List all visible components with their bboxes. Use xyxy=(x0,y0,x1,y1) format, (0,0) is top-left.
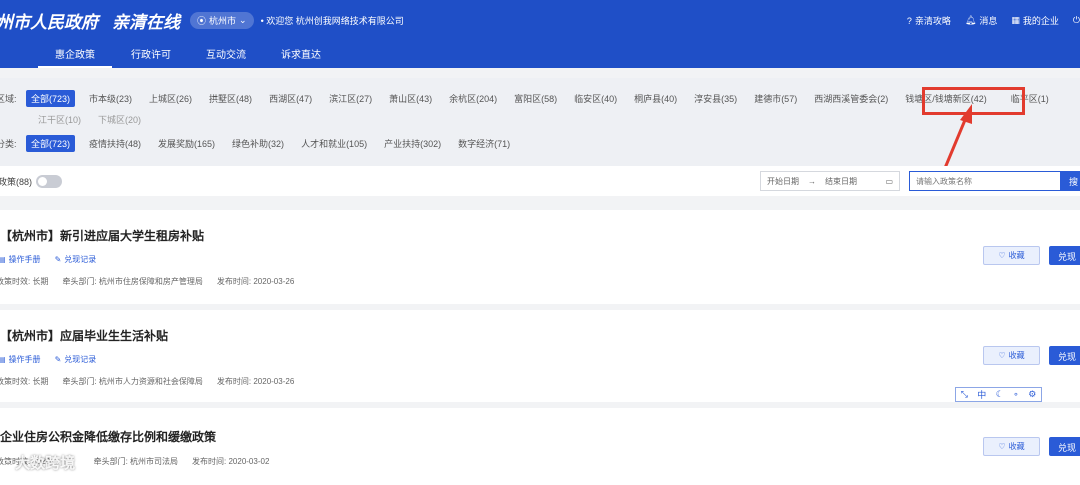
policy-validity: 政策时效: 长期 xyxy=(0,277,49,286)
policy-date: 发布时间: 2020-03-02 xyxy=(192,457,270,466)
manual-link[interactable]: ▤ 操作手册 xyxy=(0,354,41,365)
policy-dept: 牵头部门: 杭州市司法局 xyxy=(93,457,179,466)
end-date-field[interactable]: 结束日期 xyxy=(825,176,857,187)
region-option[interactable]: 江干区(10) xyxy=(38,113,81,126)
category-option[interactable]: 产业扶持(302) xyxy=(384,137,441,150)
top-header: 州市人民政府 亲清在线 ⦿ 杭州市 ⌄ • 欢迎您 杭州创我网络技术有限公司 ?… xyxy=(0,0,1080,68)
region-option[interactable]: 下城区(20) xyxy=(98,113,141,126)
category-option[interactable]: 数字经济(71) xyxy=(458,137,510,150)
floating-toolbar: ⤡ 中 ☾ ∘ ⚙ xyxy=(955,387,1042,402)
policy-validity: 政策时效: 长期 xyxy=(0,377,49,386)
building-icon: ▦ xyxy=(1011,15,1020,25)
category-option[interactable]: 绿色补助(32) xyxy=(232,137,284,150)
region-option[interactable]: 萧山区(43) xyxy=(389,92,432,105)
power-icon[interactable]: ⏻ xyxy=(1073,15,1080,26)
calendar-icon: ▭ xyxy=(885,176,893,186)
nav-item-policies[interactable]: 惠企政策 xyxy=(38,46,112,68)
category-option-all[interactable]: 全部(723) xyxy=(26,135,76,152)
region-option[interactable]: 余杭区(204) xyxy=(449,92,497,105)
records-link[interactable]: ✎ 兑现记录 xyxy=(55,254,97,265)
manual-link[interactable]: ▤ 操作手册 xyxy=(0,254,41,265)
watermark: ◔ 大数跨境 xyxy=(2,454,76,472)
heart-icon: ♡ xyxy=(998,251,1006,260)
policy-title[interactable]: 【杭州市】新引进应届大学生租房补贴 xyxy=(0,227,204,244)
category-option[interactable]: 发展奖励(165) xyxy=(158,137,215,150)
region-option[interactable]: 建德市(57) xyxy=(754,92,797,105)
policy-card: 企业住房公积金降低缴存比例和缓缴政策 政策时效: 2020-... 牵头部门: … xyxy=(0,408,1080,485)
shrink-icon[interactable]: ⤡ xyxy=(961,389,968,400)
policy-title[interactable]: 【杭州市】应届毕业生生活补贴 xyxy=(0,327,168,344)
region-option[interactable]: 富阳区(58) xyxy=(514,92,557,105)
edit-icon: ✎ xyxy=(54,255,62,264)
region-option[interactable]: 西湖西溪管委会(2) xyxy=(814,92,888,105)
nav-item-interaction[interactable]: 互动交流 xyxy=(206,46,246,68)
nav-item-permits[interactable]: 行政许可 xyxy=(131,46,171,68)
favorite-button[interactable]: ♡ 收藏 xyxy=(983,437,1040,456)
heart-icon: ♡ xyxy=(998,442,1006,451)
category-label: 分类: xyxy=(0,139,17,149)
region-option[interactable]: 拱墅区(48) xyxy=(209,92,252,105)
region-label: 区域: xyxy=(0,94,17,104)
language-toggle[interactable]: 中 xyxy=(977,388,986,401)
redeem-button[interactable]: 兑现 xyxy=(1049,246,1080,265)
toggle-label: 政策(88) xyxy=(0,177,33,187)
document-icon: ▤ xyxy=(0,255,6,264)
toggle-switch[interactable] xyxy=(36,175,63,188)
welcome-text: • 欢迎您 杭州创我网络技术有限公司 xyxy=(260,15,404,26)
region-option[interactable]: 桐庐县(40) xyxy=(634,92,677,105)
watermark-logo-icon: ◔ xyxy=(2,454,12,471)
policy-card: 【杭州市】新引进应届大学生租房补贴 ▤ 操作手册 ✎ 兑现记录 政策时效: 长期 牵… xyxy=(0,210,1080,304)
region-option-all[interactable]: 全部(723) xyxy=(26,90,76,107)
help-icon: ? xyxy=(906,15,912,26)
search-button[interactable]: 搜 xyxy=(1061,171,1080,191)
search-input[interactable]: 请输入政策名称 xyxy=(909,171,1061,191)
policy-date: 发布时间: 2020-03-26 xyxy=(216,277,295,286)
region-filter-row-2: 江干区(10) 下城区(20) xyxy=(38,113,158,126)
policy-card: 【杭州市】应届毕业生生活补贴 ▤ 操作手册 ✎ 兑现记录 政策时效: 长期 牵头部门… xyxy=(0,310,1080,402)
policy-dept: 牵头部门: 杭州市人力资源和社会保障局 xyxy=(62,377,203,386)
bell-icon: 🔔︎ xyxy=(964,15,977,25)
policy-date: 发布时间: 2020-03-26 xyxy=(216,377,295,386)
gov-title[interactable]: 州市人民政府 xyxy=(0,8,98,33)
city-name: 杭州市 xyxy=(209,15,237,26)
start-date-field[interactable]: 开始日期 xyxy=(767,176,799,187)
chevron-down-icon: ⌄ xyxy=(239,14,247,25)
dots-icon[interactable]: ∘ xyxy=(1013,389,1019,400)
main-nav: 惠企政策 行政许可 互动交流 诉求直达 xyxy=(0,46,321,68)
region-filter-row: 区域: 全部(723) 市本级(23) 上城区(26) 拱墅区(48) 西湖区(… xyxy=(0,90,1066,107)
list-toolbar: 政策(88) 开始日期 → 结束日期 ▭ 请输入政策名称 搜 xyxy=(0,166,1080,196)
messages-link[interactable]: 🔔︎ 消息 xyxy=(965,14,997,27)
region-option[interactable]: 临安区(40) xyxy=(574,92,617,105)
policy-title[interactable]: 企业住房公积金降低缴存比例和缓缴政策 xyxy=(0,428,216,445)
heart-icon: ♡ xyxy=(998,351,1006,360)
nav-item-appeals[interactable]: 诉求直达 xyxy=(281,46,321,68)
my-company-link[interactable]: ▦ 我的企业 xyxy=(1011,14,1059,27)
category-option[interactable]: 人才和就业(105) xyxy=(301,137,367,150)
region-option[interactable]: 淳安县(35) xyxy=(694,92,737,105)
date-range-picker[interactable]: 开始日期 → 结束日期 ▭ xyxy=(760,171,900,191)
redeem-button[interactable]: 兑现 xyxy=(1049,437,1080,456)
region-option[interactable]: 市本级(23) xyxy=(89,92,132,105)
region-option[interactable]: 滨江区(27) xyxy=(329,92,372,105)
location-pin-icon: ⦿ xyxy=(197,15,207,26)
region-option[interactable]: 西湖区(47) xyxy=(269,92,312,105)
city-selector[interactable]: ⦿ 杭州市 ⌄ xyxy=(190,11,254,29)
favorite-button[interactable]: ♡ 收藏 xyxy=(983,346,1040,365)
favorite-button[interactable]: ♡ 收藏 xyxy=(983,246,1040,265)
records-link[interactable]: ✎ 兑现记录 xyxy=(55,354,97,365)
region-option[interactable]: 上城区(26) xyxy=(149,92,192,105)
moon-icon[interactable]: ☾ xyxy=(996,389,1004,400)
policy-dept: 牵头部门: 杭州市住房保障和房产管理局 xyxy=(62,277,203,286)
category-filter-row: 分类: 全部(723) 疫情扶持(48) 发展奖励(165) 绿色补助(32) … xyxy=(0,135,527,152)
category-option[interactable]: 疫情扶持(48) xyxy=(89,137,141,150)
edit-icon: ✎ xyxy=(54,355,62,364)
policy-toggle[interactable]: 政策(88) xyxy=(0,175,63,188)
slogan-logo: 亲清在线 xyxy=(112,12,180,33)
annotation-highlight-box xyxy=(922,87,1025,115)
document-icon: ▤ xyxy=(0,355,6,364)
guide-link[interactable]: ? 亲清攻略 xyxy=(907,14,951,27)
arrow-right-icon: → xyxy=(808,176,816,186)
gear-icon[interactable]: ⚙ xyxy=(1028,389,1036,400)
redeem-button[interactable]: 兑现 xyxy=(1049,346,1080,365)
